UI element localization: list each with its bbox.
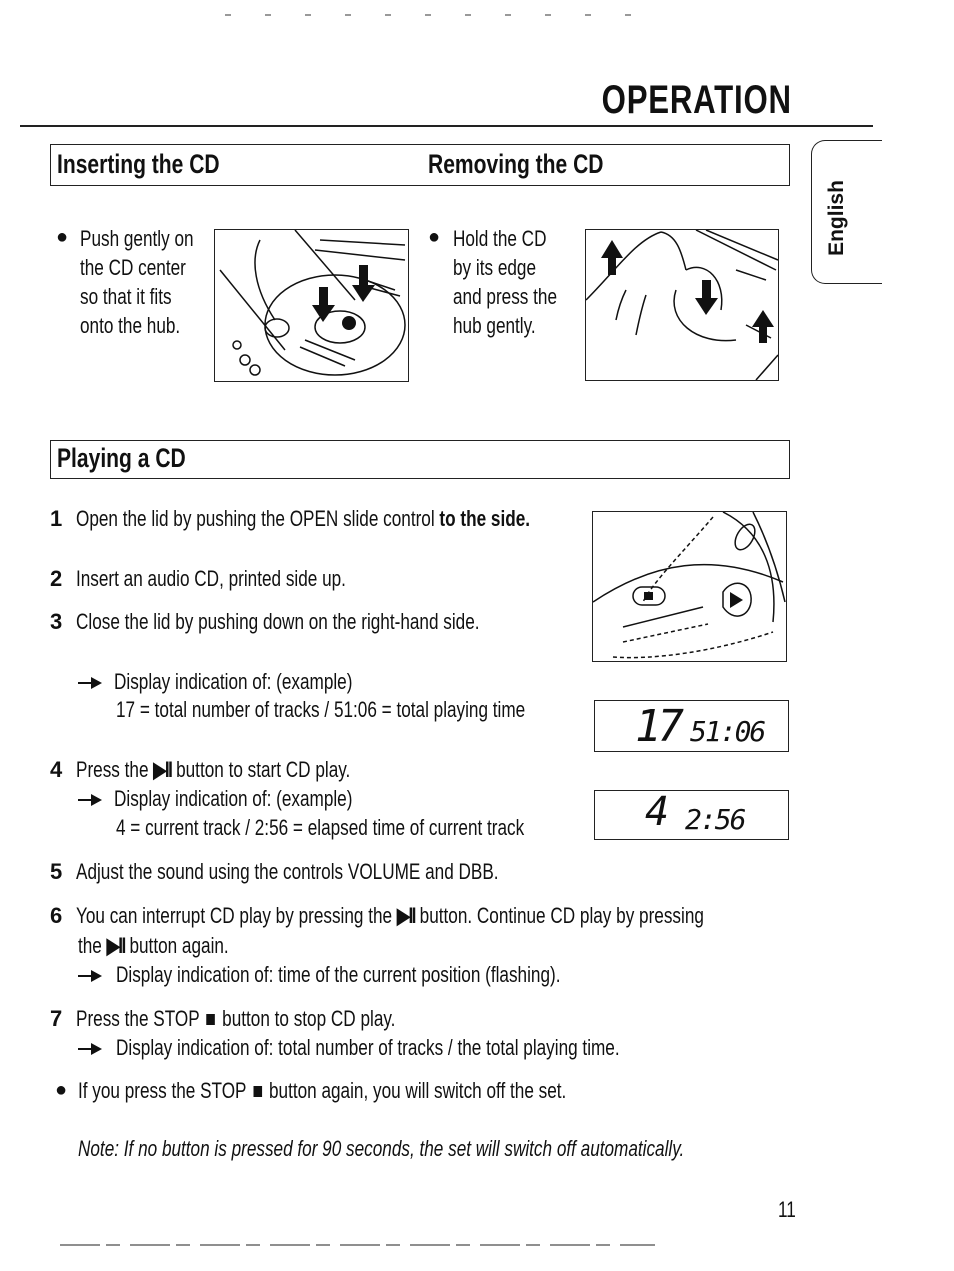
step-text: button to start CD play.: [171, 757, 351, 782]
result-text: Display indication of: (example): [114, 786, 353, 811]
cd-player-drawing: [593, 512, 786, 659]
step-text: Press the STOP: [76, 1006, 205, 1031]
lcd-track-count: 17: [635, 701, 684, 752]
step-text: button again.: [124, 933, 229, 958]
title-divider: [20, 125, 873, 127]
lcd-current-track: 4: [645, 789, 670, 835]
text-line: by its edge: [453, 255, 536, 280]
result-detail-text: 17 = total number of tracks / 51:06 = to…: [116, 697, 526, 722]
section-title-inserting: Inserting the CD: [57, 149, 266, 180]
text-line: onto the hub.: [80, 313, 181, 338]
step-3-text: Close the lid by pushing down on the rig…: [76, 607, 593, 636]
page-number-text: 11: [778, 1197, 796, 1222]
step-text: Open the lid by pushing the OPEN slide c…: [76, 506, 440, 531]
auto-off-note: Note: If no button is pressed for 90 sec…: [78, 1136, 855, 1162]
step-number: 5: [50, 859, 63, 884]
language-tab-label: English: [812, 180, 862, 256]
step-5-text: Adjust the sound using the controls VOLU…: [76, 857, 618, 886]
step-7-result: Display indication of: total number of t…: [78, 1033, 762, 1062]
cd-player-controls-illustration: [592, 511, 787, 662]
step-2-text: Insert an audio CD, printed side up.: [76, 564, 422, 593]
play-pause-icon: ▶II: [396, 903, 417, 928]
inserting-instructions: Push gently on the CD center so that it …: [80, 224, 226, 340]
step-6-result: Display indication of: time of the curre…: [78, 960, 686, 989]
step-text-bold: to the side.: [439, 506, 531, 531]
page-title-text: OPERATION: [601, 78, 792, 122]
insert-cd-drawing: [219, 230, 406, 376]
text-line: Hold the CD: [453, 226, 547, 251]
text-line: and press the: [453, 284, 557, 309]
result-text: Display indication of: total number of t…: [116, 1035, 620, 1060]
step-6-text: You can interrupt CD play by pressing th…: [76, 901, 881, 930]
text-line: the CD center: [80, 255, 186, 280]
result-detail-text: 4 = current track / 2:56 = elapsed time …: [116, 815, 525, 840]
result-arrow-icon: [78, 970, 104, 983]
step-text: button to stop CD play.: [217, 1006, 396, 1031]
step-number: 4: [50, 757, 63, 782]
step-3-result-detail: 17 = total number of tracks / 51:06 = to…: [116, 695, 641, 724]
remove-cd-drawing: [586, 230, 778, 380]
bullet-icon: ●: [428, 226, 441, 248]
scan-artifact-top: [225, 14, 655, 16]
text-line: so that it fits: [80, 284, 172, 309]
result-text: Display indication of: time of the curre…: [116, 962, 561, 987]
bullet-text: button again, you will switch off the se…: [264, 1078, 567, 1103]
result-text: Display indication of: (example): [114, 669, 353, 694]
step-text: the: [78, 933, 107, 958]
step-number: 1: [50, 506, 63, 531]
result-arrow-icon: [78, 677, 104, 690]
step-text: Insert an audio CD, printed side up.: [76, 566, 346, 591]
result-arrow-icon: [78, 1043, 104, 1056]
bullet-icon: ●: [55, 1079, 68, 1101]
step-text: Press the: [76, 757, 154, 782]
stop-again-text: If you press the STOP button again, you …: [78, 1076, 704, 1105]
step-text: Close the lid by pushing down on the rig…: [76, 609, 480, 634]
scan-artifact-bottom: [60, 1244, 655, 1246]
step-1-text: Open the lid by pushing the OPEN slide c…: [76, 504, 658, 533]
section-title-removing: Removing the CD: [428, 149, 653, 180]
step-3-result: Display indication of: (example): [78, 667, 420, 696]
step-number: 3: [50, 609, 63, 634]
step-4-result-detail: 4 = current track / 2:56 = elapsed time …: [116, 813, 639, 842]
step-text: You can interrupt CD play by pressing th…: [76, 903, 397, 928]
language-text: English: [825, 180, 848, 256]
inserting-title-text: Inserting the CD: [57, 149, 220, 179]
step-4-text: Press the ▶II button to start CD play.: [76, 755, 428, 784]
text-line: hub gently.: [453, 313, 536, 338]
stop-icon: [206, 1014, 216, 1025]
note-text: Note: If no button is pressed for 90 sec…: [78, 1136, 685, 1161]
removing-instructions: Hold the CD by its edge and press the hu…: [453, 224, 586, 340]
removing-title-text: Removing the CD: [428, 149, 604, 179]
step-number: 2: [50, 566, 63, 591]
finger-pressing-cd-hub-illustration: [214, 229, 409, 382]
result-arrow-icon: [78, 794, 104, 807]
step-number: 6: [50, 903, 63, 928]
step-text: button. Continue CD play by pressing: [414, 903, 704, 928]
lcd-total-time: 51:06: [690, 715, 766, 748]
stop-icon: [253, 1086, 262, 1097]
step-6-text-line2: the ▶II button again.: [78, 931, 271, 960]
step-text: Adjust the sound using the controls VOLU…: [76, 859, 499, 884]
page-title: OPERATION: [548, 78, 792, 123]
bullet-text: If you press the STOP: [78, 1078, 251, 1103]
lcd-display-total: 17 51:06: [594, 700, 789, 752]
text-line: Push gently on: [80, 226, 194, 251]
play-pause-icon: ▶II: [106, 933, 127, 958]
section-title-playing: Playing a CD: [57, 443, 222, 474]
bullet-icon: ●: [56, 226, 69, 248]
step-4-result: Display indication of: (example): [78, 784, 420, 813]
lcd-display-current: 4 2:56: [594, 789, 789, 840]
play-pause-icon: ▶II: [153, 757, 173, 782]
hand-lifting-cd-illustration: [585, 229, 779, 381]
step-number: 7: [50, 1006, 63, 1031]
lcd-elapsed-time: 2:56: [685, 803, 746, 836]
step-7-text: Press the STOP button to stop CD play.: [76, 1004, 486, 1033]
page-number: 11: [778, 1197, 801, 1223]
playing-title-text: Playing a CD: [57, 443, 186, 473]
